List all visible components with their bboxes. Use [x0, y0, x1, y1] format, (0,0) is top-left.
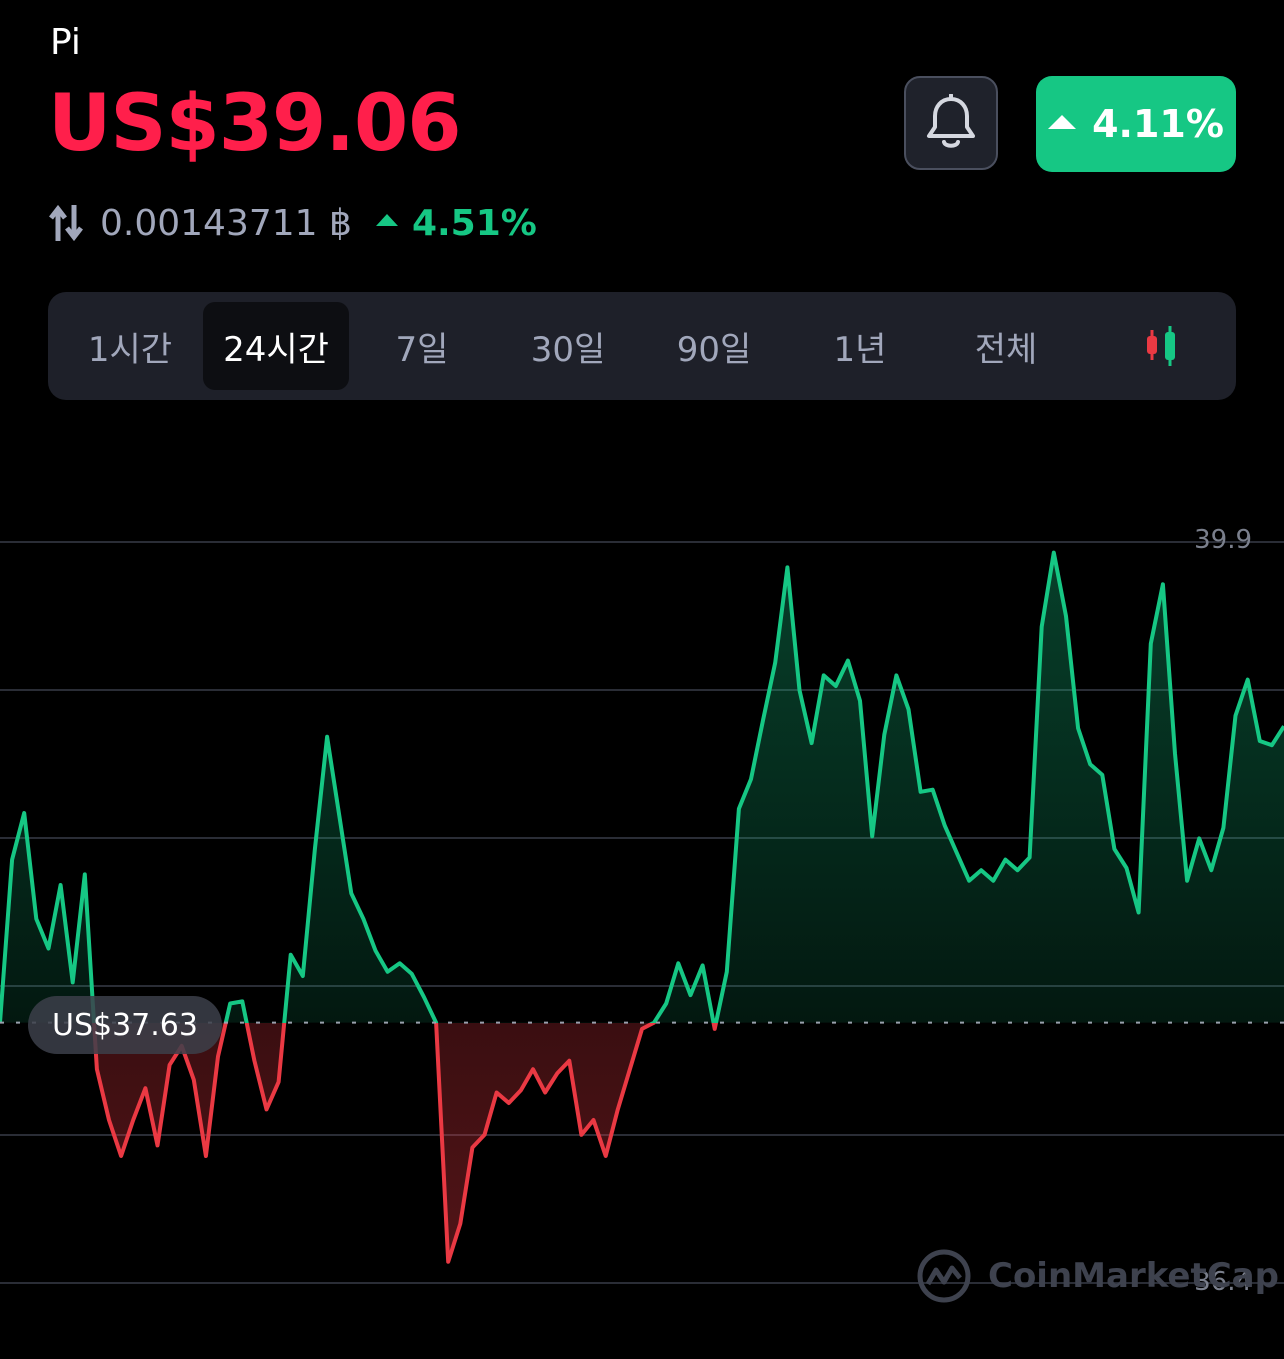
- tab-label: 1년: [833, 329, 887, 370]
- current-price: US$39.06: [48, 79, 462, 169]
- coin-name: Pi: [50, 22, 81, 63]
- tab-label: 1시간: [87, 329, 173, 370]
- tab-30d[interactable]: 30일: [506, 302, 630, 390]
- coinmarketcap-watermark: CoinMarketCap: [916, 1248, 1279, 1304]
- btc-change: 4.51%: [411, 202, 537, 244]
- up-triangle-icon: [375, 214, 398, 226]
- tab-label: 90일: [676, 329, 752, 370]
- tab-90d[interactable]: 90일: [652, 302, 776, 390]
- price-chart[interactable]: 39.9 36.4: [0, 420, 1284, 1320]
- area-fill-up: [0, 552, 1284, 1023]
- baseline-price-label: US$37.63: [28, 996, 222, 1054]
- price-alert-button[interactable]: [904, 76, 998, 170]
- candlestick-toggle-button[interactable]: [1118, 302, 1206, 390]
- tab-1h[interactable]: 1시간: [68, 302, 192, 390]
- watermark-text: CoinMarketCap: [988, 1256, 1279, 1296]
- btc-price-row: 0.00143711 ฿ 4.51%: [48, 198, 537, 248]
- tab-label: 전체: [974, 329, 1038, 370]
- tab-1y[interactable]: 1년: [798, 302, 922, 390]
- tab-label: 7일: [395, 329, 449, 370]
- up-triangle-icon: [1048, 115, 1077, 129]
- tab-all[interactable]: 전체: [944, 302, 1068, 390]
- swap-arrows-icon: [49, 204, 83, 242]
- btc-price: 0.00143711 ฿: [100, 202, 352, 244]
- time-range-tabs: 1시간 24시간 7일 30일 90일 1년 전체: [48, 292, 1236, 400]
- tab-7d[interactable]: 7일: [360, 302, 484, 390]
- tab-label: 30일: [530, 329, 606, 370]
- tab-24h[interactable]: 24시간: [203, 302, 349, 390]
- change-24h-badge: 4.11%: [1036, 76, 1236, 172]
- bell-icon: [927, 94, 975, 148]
- candlestick-chart-icon: [1147, 326, 1175, 366]
- tab-label: 24시간: [223, 329, 329, 370]
- y-tick-top: 39.9: [1194, 525, 1252, 555]
- coinmarketcap-logo-icon: [917, 1249, 971, 1303]
- change-24h-value: 4.11%: [1092, 102, 1224, 146]
